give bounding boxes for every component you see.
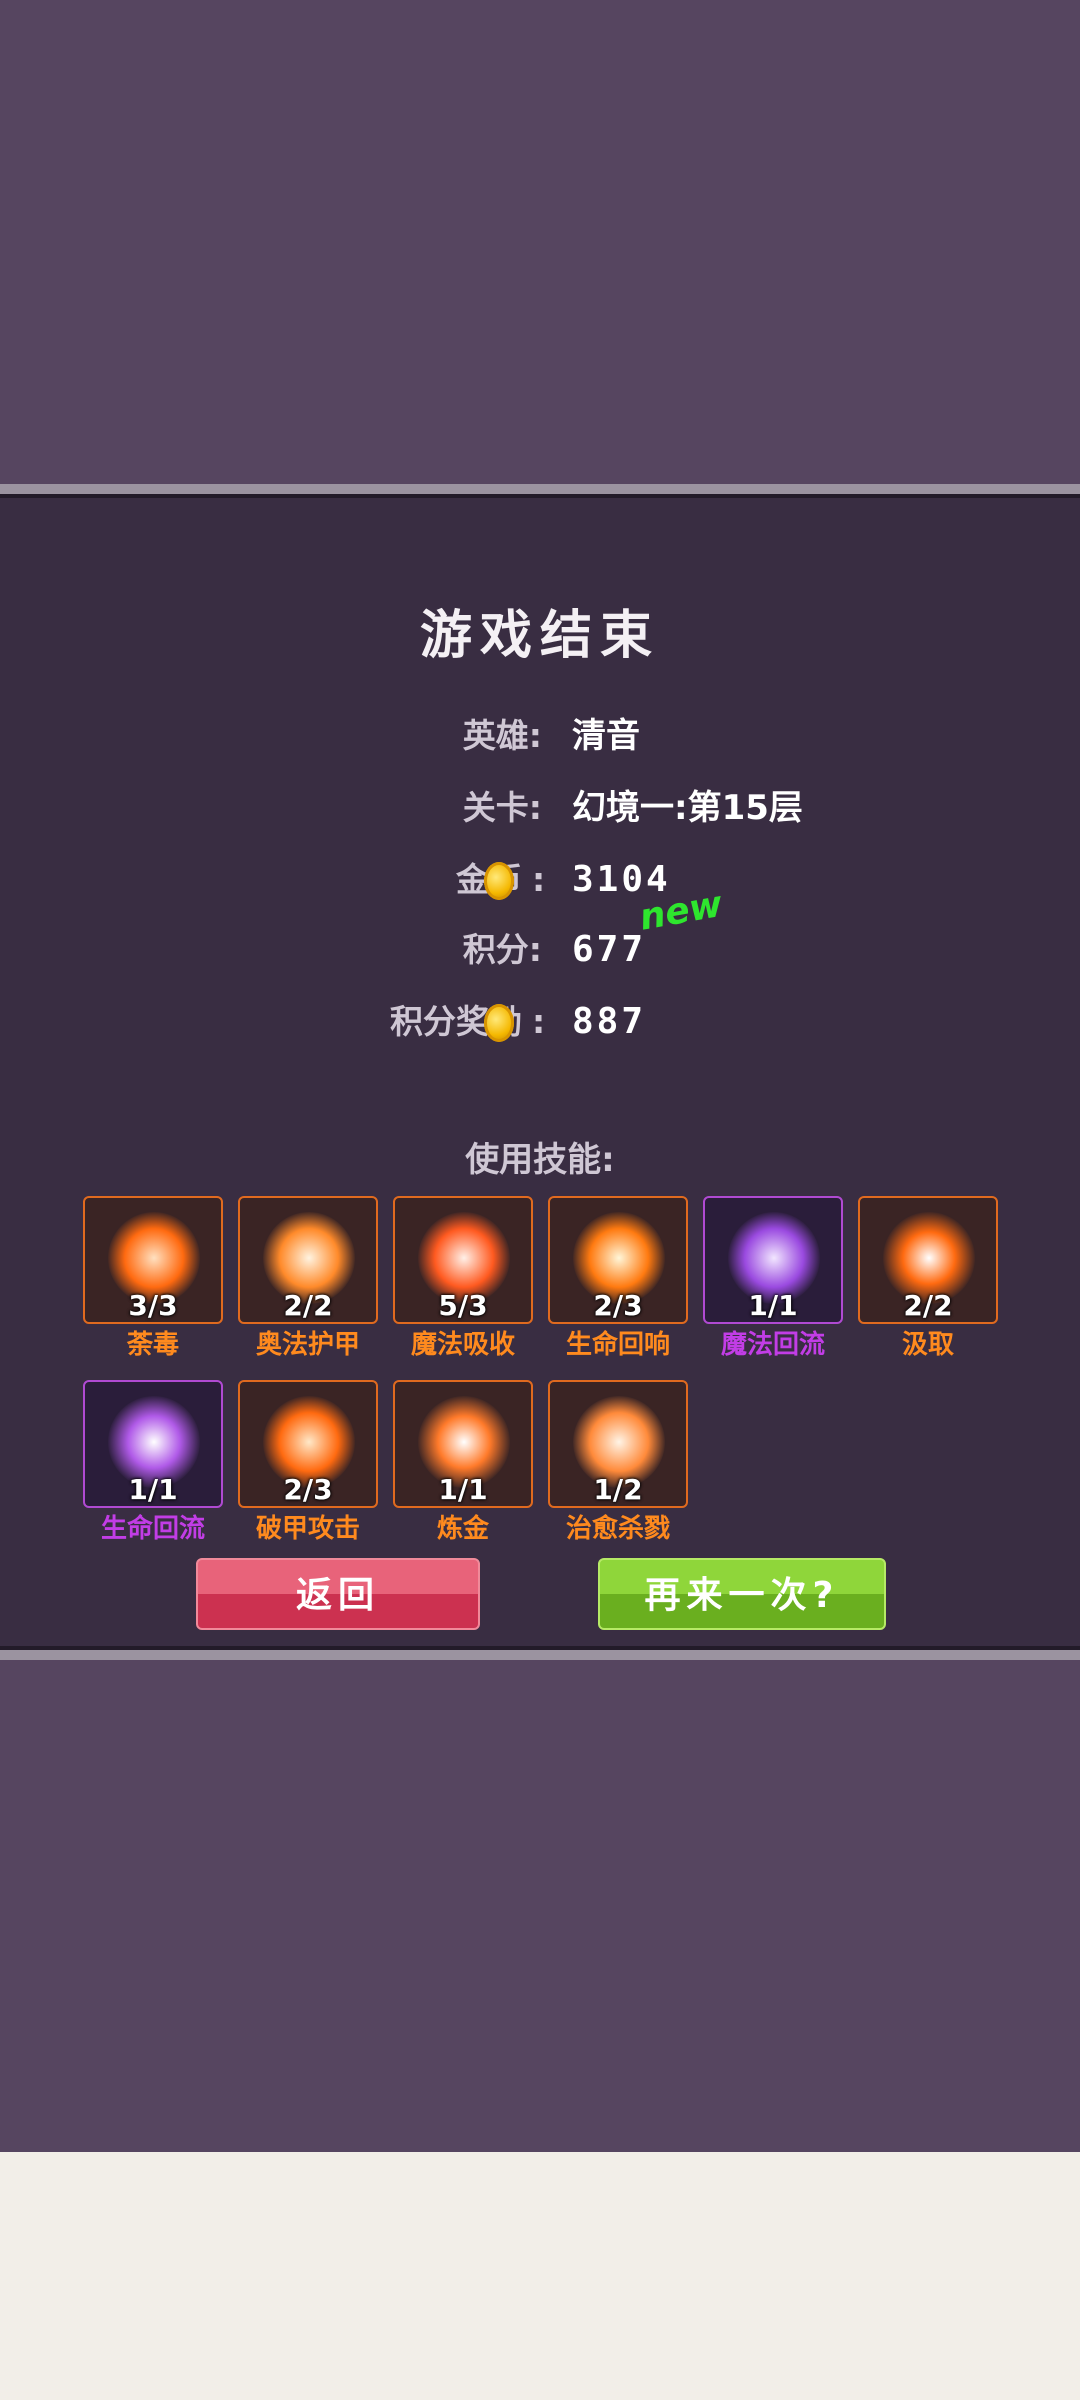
score-reward-value: 887	[572, 1001, 647, 1042]
gold-coin-icon	[484, 862, 514, 900]
skill-count: 2/3	[283, 1473, 333, 1506]
skill-count: 2/3	[593, 1289, 643, 1322]
skill-magic-absorb[interactable]: 5/3 魔法吸收	[393, 1196, 533, 1376]
skill-name: 治愈杀戮	[565, 1514, 670, 1544]
skill-name: 破甲攻击	[255, 1514, 360, 1544]
reward-coin-icon	[484, 1004, 514, 1042]
score-reward-row: 积分奖励 : 887	[0, 992, 1080, 1052]
skill-healing-slaughter[interactable]: 1/2 治愈杀戮	[548, 1380, 688, 1560]
skill-armor-break[interactable]: 2/3 破甲攻击	[238, 1380, 378, 1560]
hero-value: 清音	[572, 716, 640, 756]
skill-name: 魔法吸收	[410, 1330, 515, 1360]
skill-name: 荼毒	[126, 1330, 179, 1360]
skill-poison[interactable]: 3/3 荼毒	[83, 1196, 223, 1376]
gold-colon: :	[532, 860, 546, 899]
page-title: 游戏结束	[419, 606, 660, 666]
skill-count: 1/1	[748, 1289, 798, 1322]
skill-magic-reflow[interactable]: 1/1 魔法回流	[703, 1196, 843, 1376]
skill-count: 3/3	[128, 1289, 178, 1322]
skill-name: 炼金	[436, 1514, 489, 1544]
skill-name: 汲取	[901, 1330, 954, 1360]
stage-row: 关卡: 幻境一:第15层	[0, 778, 1080, 838]
skill-count: 1/1	[438, 1473, 488, 1506]
stage-label: 关卡:	[462, 788, 542, 827]
skills-title: 使用技能:	[465, 1140, 615, 1180]
score-row: 积分: 677 new	[0, 884, 1080, 980]
skill-drain[interactable]: 2/2 汲取	[858, 1196, 998, 1376]
skill-count: 2/2	[903, 1289, 953, 1322]
gold-row: 金币 : 3104	[0, 850, 1080, 910]
score-label: 积分:	[462, 930, 542, 969]
skill-arcane-armor[interactable]: 2/2 奥法护甲	[238, 1196, 378, 1376]
score-reward-colon: :	[532, 1002, 546, 1041]
hero-label: 英雄:	[462, 716, 542, 755]
skill-count: 1/2	[593, 1473, 643, 1506]
skill-name: 生命回流	[100, 1514, 205, 1544]
skill-name: 奥法护甲	[255, 1330, 360, 1360]
stage-value: 幻境一:第15层	[572, 788, 803, 828]
score-value: 677	[572, 929, 647, 970]
skill-name: 魔法回流	[720, 1330, 825, 1360]
skill-name: 生命回响	[565, 1330, 670, 1360]
bottom-bar	[0, 2152, 1080, 2400]
skill-count: 2/2	[283, 1289, 333, 1322]
game-over-panel: 游戏结束 英雄: 清音 关卡: 幻境一:第15层 金币 : 3104 积分: 6…	[0, 484, 1080, 1660]
skill-count: 1/1	[128, 1473, 178, 1506]
skill-alchemy[interactable]: 1/1 炼金	[393, 1380, 533, 1560]
hero-row: 英雄: 清音	[0, 706, 1080, 766]
skill-count: 5/3	[438, 1289, 488, 1322]
skill-life-echo[interactable]: 2/3 生命回响	[548, 1196, 688, 1376]
retry-button[interactable]: 再来一次?	[598, 1558, 886, 1630]
back-button[interactable]: 返回	[196, 1558, 480, 1630]
skill-life-reflow[interactable]: 1/1 生命回流	[83, 1380, 223, 1560]
